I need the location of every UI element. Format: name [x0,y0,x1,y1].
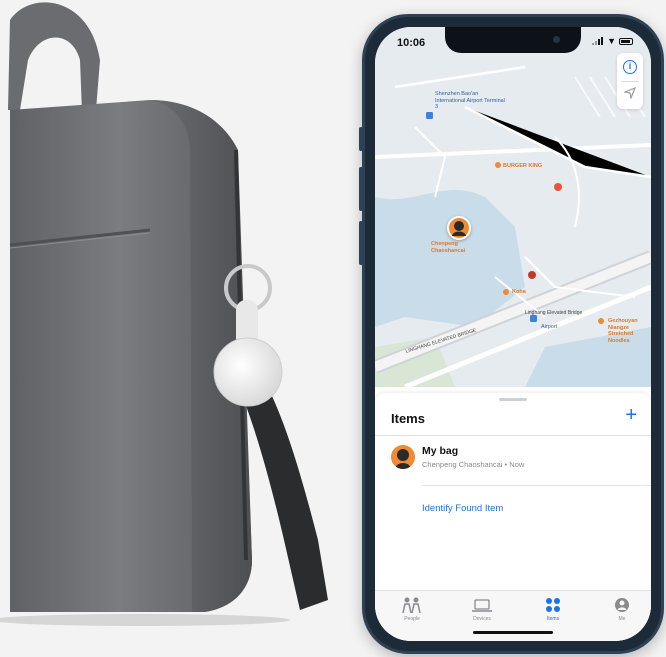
map-label-elevated-bridge: Linghang Elevated Bridge [525,310,583,316]
bag-illustration [0,2,328,626]
mute-switch [359,127,363,151]
signal-icon [592,37,604,45]
sheet-grabber[interactable] [499,398,527,401]
volume-up-button [359,167,363,211]
wifi-icon: ▼ [607,36,616,46]
notch [445,27,581,53]
bag-photo [0,0,360,657]
item-subtitle: Chenpeng Chaoshancai • Now [422,460,525,469]
home-indicator[interactable] [473,631,553,634]
items-title: Items [391,411,425,426]
person-location-pin[interactable] [447,216,471,240]
map-label-airport: Airport [541,324,558,330]
info-icon[interactable]: i [623,60,637,74]
map-controls: i [617,53,643,109]
map-controls-divider [621,81,639,82]
grid-icon [546,598,560,612]
identify-found-item-link[interactable]: Identify Found Item [422,503,503,514]
tab-me-label: Me [618,616,626,622]
map-label-person: Chenpeng Chaoshancai [431,241,466,254]
tab-items[interactable]: Items [528,597,578,622]
avatar-icon [452,221,466,236]
status-icons: ▼ [592,36,633,46]
header-divider [375,435,651,436]
tab-devices-label: Devices [473,616,491,622]
iphone-frame: 10:06 ▼ Shenzhen Bao'an International Ai… [359,14,664,654]
people-icon [402,597,421,613]
laptop-icon [472,599,492,612]
item-row[interactable]: My bag Chenpeng Chaoshancai • Now [375,439,651,479]
item-avatar [391,445,415,469]
map-label-airport-terminal: Shenzhen Bao'an International Airport Te… [435,91,505,110]
map-label-restaurant: Gezhouyan Niangze Stretched Noodles [608,318,638,344]
tab-me[interactable]: Me [597,597,647,622]
avatar-icon [395,449,411,469]
tab-people[interactable]: People [387,597,437,622]
map-label-burger-king: BURGER KING [503,163,543,169]
location-arrow-icon[interactable] [624,87,636,99]
tab-people-label: People [404,616,420,622]
battery-icon [619,37,633,45]
person-icon [615,598,629,612]
item-name: My bag [422,445,459,457]
map-view[interactable]: Shenzhen Bao'an International Airport Te… [375,27,651,387]
map-label-koha: Koha [512,289,526,295]
row-divider [422,485,651,486]
add-item-button[interactable]: + [625,405,637,425]
find-my-screen: 10:06 ▼ Shenzhen Bao'an International Ai… [375,27,651,641]
tab-items-label: Items [546,616,560,622]
tab-devices[interactable]: Devices [457,597,507,622]
status-time: 10:06 [397,37,426,49]
volume-down-button [359,221,363,265]
camera [553,36,560,43]
